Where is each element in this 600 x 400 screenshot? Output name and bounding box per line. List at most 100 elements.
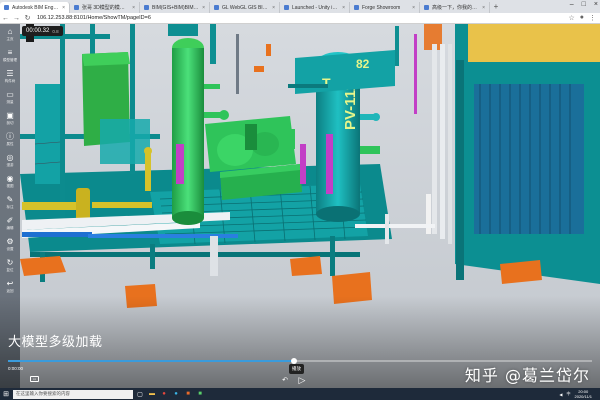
address-bar: ← → ↻ 106.12.253.88:8101/Home/ShowTM/pag… (0, 13, 600, 24)
browser-tab[interactable]: 张哥 3D模型的模型组件_BIM...× (70, 2, 140, 13)
video-caption: 大模型多级加载 (8, 335, 103, 350)
browser-actions: ☆ ● ⋮ (568, 14, 596, 22)
taskbar-clock[interactable]: 20:00 2020/11/1 (575, 389, 593, 399)
menu-icon[interactable]: ⋮ (589, 14, 596, 22)
clock-date: 2020/11/1 (574, 394, 593, 399)
tab-strip: Autodesk BIM Engine×张哥 3D模型的模型组件_BIM...×… (0, 0, 490, 13)
toolbar-item-label: 返回 (6, 289, 14, 293)
tab-label: BIM(GIS+BIM)BIM的集成 - CS... (152, 5, 199, 11)
tree-icon: ☰ (6, 69, 14, 78)
toolbar-item[interactable]: ⌂ 主页 (0, 24, 20, 45)
tab-favicon-icon (354, 5, 359, 10)
new-tab-button[interactable]: + (490, 2, 502, 11)
toolbar-item[interactable]: ⓘ 属性 (0, 129, 20, 150)
browser-tab[interactable]: 高级一下，你我的意思 × (420, 2, 490, 13)
toolbar-item-label: 视图 (6, 184, 14, 188)
taskbar-search-input[interactable]: 在这里输入你要搜索的内容 (13, 389, 133, 399)
toolbar-item[interactable]: ≡ 模型管理 (0, 45, 20, 66)
subtitle-icon[interactable]: ▭ (30, 376, 39, 382)
property-icon: ⓘ (6, 132, 14, 141)
tab-close-icon[interactable]: × (62, 5, 65, 11)
toolbar-item-label: 模型管理 (3, 58, 17, 62)
browser-tab[interactable]: Forge Showroom × (350, 2, 420, 13)
home-icon: ⌂ (7, 27, 13, 36)
close-window-button[interactable]: × (594, 1, 598, 8)
toolbar-item[interactable]: ☰ 构件树 (0, 66, 20, 87)
edit-icon: ✐ (6, 216, 14, 225)
star-icon[interactable]: ☆ (568, 14, 574, 22)
minimize-button[interactable]: – (570, 1, 574, 8)
load-timer-sub: 0.8 (52, 28, 59, 34)
browser-tab[interactable]: GL WebGL GIS BIM Engine× (210, 2, 280, 13)
replay-icon[interactable]: ↶ (280, 375, 290, 385)
volume-icon[interactable]: ◀ (559, 392, 562, 397)
video-progress-fill (8, 360, 295, 362)
play-button[interactable]: ▷ (296, 375, 308, 385)
toolbar-item[interactable]: ⚙ 设置 (0, 234, 20, 255)
tab-close-icon[interactable]: × (342, 5, 345, 11)
tab-favicon-icon (4, 5, 9, 10)
tab-close-icon[interactable]: × (202, 5, 205, 11)
task-view-icon[interactable]: ▢ (135, 390, 145, 399)
windows-taskbar: ⊞ 在这里输入你要搜索的内容 ▢ ▬ ● ● ■ ■ ◀ 中 20:00 202… (0, 388, 600, 400)
toolbar-item-label: 属性 (6, 142, 14, 146)
tag-fragment-a: T (322, 75, 331, 91)
toolbar-item[interactable]: ✎ 标注 (0, 192, 20, 213)
profile-icon[interactable]: ● (580, 14, 584, 22)
play-tooltip: 播放 (289, 364, 304, 374)
measure-icon: ▭ (6, 90, 14, 99)
toolbar-item-label: 编辑 (6, 226, 14, 230)
video-current-time: 0:00:00 (8, 366, 24, 371)
toolbar-item-label: 复位 (6, 268, 14, 272)
app-icon-2[interactable]: ● (171, 390, 181, 399)
windows-start-icon[interactable]: ⊞ (0, 388, 12, 400)
tab-favicon-icon (284, 5, 289, 10)
browser-tab[interactable]: Launched - Unity in AEC...× (280, 2, 350, 13)
input-method-indicator[interactable]: 中 (567, 391, 571, 397)
tab-label: Launched - Unity in AEC... (292, 4, 339, 11)
toolbar-item-label: 主页 (6, 37, 14, 41)
toolbar-item[interactable]: ▭ 测量 (0, 87, 20, 108)
reset-icon: ↻ (6, 258, 14, 267)
mark-icon: ✎ (6, 195, 14, 204)
tab-close-icon[interactable]: × (272, 5, 275, 11)
toolbar-item[interactable]: ◉ 视图 (0, 171, 20, 192)
browser-tab[interactable]: BIM(GIS+BIM)BIM的集成 - CS...× (140, 2, 210, 13)
tab-label: GL WebGL GIS BIM Engine (222, 4, 269, 11)
toolbar-item-label: 漫游 (6, 163, 14, 167)
maximize-button[interactable]: □ (582, 1, 586, 8)
chrome-icon[interactable]: ● (159, 390, 169, 399)
app-icon-3[interactable]: ■ (183, 390, 193, 399)
back-arrow-icon[interactable]: ← (0, 15, 11, 22)
toolbar-item[interactable]: ↻ 复位 (0, 255, 20, 276)
toolbar-item[interactable]: ◎ 漫游 (0, 150, 20, 171)
tab-favicon-icon (74, 5, 79, 10)
tab-favicon-icon (144, 5, 149, 10)
file-explorer-icon[interactable]: ▬ (147, 390, 157, 399)
section-icon: ▣ (6, 111, 14, 120)
system-tray: ◀ 中 20:00 2020/11/1 (559, 388, 592, 400)
view-icon: ◉ (6, 174, 14, 183)
toolbar-item[interactable]: ▣ 剖切 (0, 108, 20, 129)
zhihu-watermark: 知乎 @葛兰岱尔 (464, 366, 590, 385)
toolbar-item[interactable]: ↩ 返回 (0, 276, 20, 297)
reload-icon[interactable]: ↻ (22, 14, 33, 22)
toolbar-item-label: 标注 (6, 205, 14, 209)
tab-close-icon[interactable]: × (482, 5, 485, 11)
tab-label: 高级一下，你我的意思 (432, 5, 480, 11)
url-field[interactable]: 106.12.253.88:8101/Home/ShowTM/pageID=6 (37, 15, 151, 21)
forward-arrow-icon[interactable]: → (11, 15, 22, 22)
roam-icon: ◎ (6, 153, 14, 162)
window-controls: – □ × (570, 1, 598, 8)
tag-fragment-b: 82 (356, 57, 370, 71)
tab-close-icon[interactable]: × (132, 5, 135, 11)
toolbar-item-label: 测量 (6, 100, 14, 104)
app-icon-4[interactable]: ■ (195, 390, 205, 399)
browser-tab[interactable]: Autodesk BIM Engine × (0, 2, 70, 13)
toolbar-item[interactable]: ✐ 编辑 (0, 213, 20, 234)
settings-icon: ⚙ (6, 237, 14, 246)
tab-label: Autodesk BIM Engine (12, 4, 60, 11)
toolbar-item-label: 剖切 (6, 121, 14, 125)
tab-favicon-icon (214, 5, 219, 10)
tab-close-icon[interactable]: × (412, 5, 415, 11)
